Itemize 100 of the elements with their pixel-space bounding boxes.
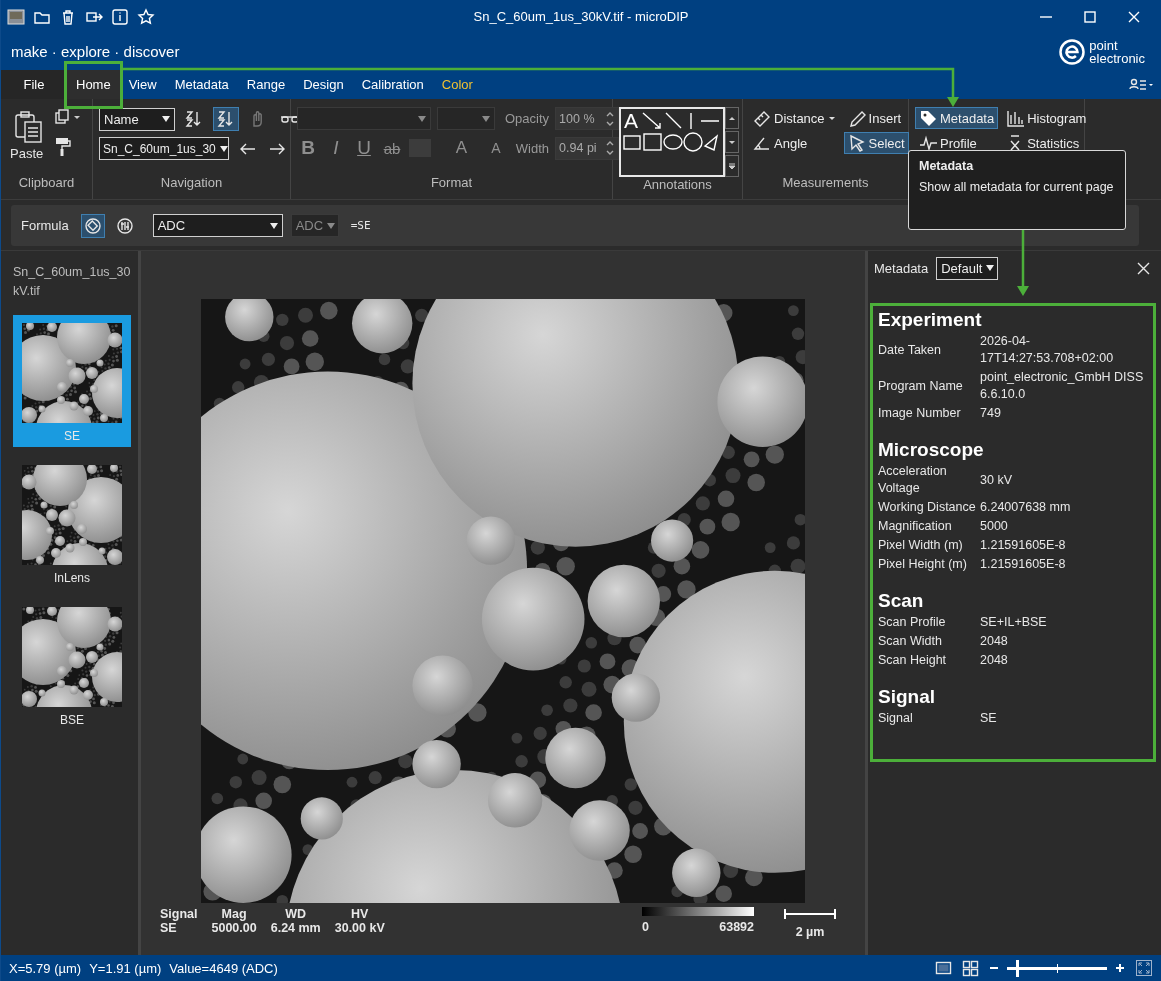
tool-button[interactable]: Metadata (915, 107, 999, 129)
info-label: Mag (221, 907, 247, 921)
metadata-value: 5000 (980, 518, 1009, 535)
grid-view-icon[interactable] (962, 959, 979, 977)
scroll-down-icon[interactable] (725, 131, 739, 153)
italic-button[interactable]: I (325, 136, 347, 160)
tool-button[interactable]: Profile (915, 132, 999, 154)
window-title: Sn_C_60um_1us_30kV.tif - microDIP (472, 9, 690, 24)
bar-chart-icon (1006, 109, 1025, 127)
bold-button[interactable]: B (297, 136, 319, 160)
section-heading: Experiment (878, 309, 983, 331)
cursor-icon (847, 134, 866, 152)
ribbon-tab[interactable]: Design (294, 70, 353, 99)
font-grow-button[interactable]: A (443, 136, 480, 160)
metadata-value: point_electronic_GmbH DISS 6.6.10.0 (980, 369, 1145, 403)
metadata-key: Acceleration Voltage (878, 463, 980, 497)
metadata-key: Magnification (878, 518, 980, 535)
tagline: make · explore · discover (11, 43, 180, 60)
group-label: Measurements (782, 175, 869, 190)
e-circle-logo-icon (1059, 38, 1086, 65)
panel-title: Metadata (874, 260, 929, 276)
status-text: X=5.79 (µm) (9, 960, 82, 976)
info-label: WD (285, 907, 307, 921)
ribbon-tab[interactable]: Metadata (165, 70, 238, 99)
scroll-up-icon[interactable] (725, 107, 739, 129)
plus-icon[interactable] (1115, 963, 1125, 973)
tag-icon (919, 109, 937, 127)
scale-label: 2 µm (795, 925, 825, 939)
caret-icon (827, 115, 836, 121)
tool-button[interactable]: Select (843, 132, 909, 154)
annotation-shapes-drawing[interactable]: A (621, 109, 725, 175)
pencil-icon (847, 109, 866, 127)
paint-roller-icon[interactable] (54, 137, 73, 157)
file-dropdown[interactable]: Sn_C_60um_1us_30 (99, 137, 229, 160)
info-icon[interactable] (111, 7, 129, 26)
layers-circle-icon (83, 216, 102, 235)
profile-line-icon (919, 134, 937, 152)
paste-button[interactable]: Paste (7, 107, 47, 175)
metadata-key: Scan Width (878, 633, 980, 650)
group-label: Clipboard (18, 175, 75, 190)
ribbon-tab[interactable]: Calibration (352, 70, 433, 99)
info-label: Signal (160, 907, 198, 921)
scale-bar-icon (784, 907, 836, 921)
highlight-frame (64, 61, 123, 109)
logo-text: point (1089, 38, 1118, 52)
info-label: HV (351, 907, 369, 921)
font-shrink-button[interactable]: A (485, 136, 506, 160)
picture-icon[interactable] (7, 7, 25, 26)
tooltip-title: Metadata (919, 159, 975, 173)
info-value: 30.00 kV (334, 921, 385, 935)
status-text: Y=1.91 (µm) (89, 960, 162, 976)
formula-expression: =SE (350, 219, 371, 232)
preset-dropdown[interactable]: Default (936, 256, 999, 280)
ribbon-tab[interactable]: Color (432, 70, 482, 99)
metadata-value: 2048 (980, 633, 1009, 650)
info-value: 6.24 mm (270, 921, 321, 935)
metadata-value: SE+IL+BSE (980, 614, 1048, 631)
single-view-icon[interactable] (935, 960, 952, 976)
annotation-arrow (1017, 230, 1029, 296)
info-value: SE (160, 921, 177, 935)
ribbon-tab[interactable]: View (119, 70, 166, 99)
metadata-key: Scan Height (878, 652, 980, 669)
opacity-field[interactable]: 100 % (555, 107, 620, 130)
copy-dropdown-icon[interactable] (54, 109, 83, 125)
sort-ascending-button[interactable] (213, 107, 239, 131)
spin-arrows-icon (605, 110, 616, 127)
tool-button[interactable]: Histogram (1002, 107, 1091, 129)
star-icon[interactable] (137, 7, 155, 26)
fit-screen-icon[interactable] (1135, 959, 1153, 977)
width-field[interactable]: 0.94 pi (555, 136, 620, 160)
ribbon-tab[interactable]: Range (237, 70, 295, 99)
source-dropdown[interactable]: ADC (152, 214, 283, 237)
thumbnail-label: InLens (54, 571, 90, 585)
columns-circle-icon (115, 216, 134, 235)
file-name: Sn_C_60um_1us_30kV.tif (13, 264, 132, 300)
underline-button[interactable]: U (353, 136, 375, 160)
group-label: Navigation (160, 175, 223, 190)
page-thumbnail[interactable]: InLens (13, 457, 131, 589)
group-label: Annotations (643, 177, 712, 192)
ribbon-tab[interactable]: File (1, 70, 67, 99)
strike-button[interactable]: ab (381, 136, 403, 160)
section-heading: Signal (878, 686, 936, 708)
tool-button[interactable]: Distance (749, 107, 840, 129)
metadata-key: Image Number (878, 405, 980, 422)
metadata-value: 749 (980, 405, 1002, 422)
width-label: Width (515, 140, 550, 156)
sort-field-dropdown[interactable]: Name (99, 107, 175, 131)
layers-circle-button[interactable] (80, 213, 105, 238)
user-list-icon[interactable] (1129, 76, 1155, 93)
close-icon[interactable] (1136, 260, 1151, 276)
page-thumbnail[interactable]: BSE (13, 599, 131, 731)
ribbon-tab[interactable]: Home (67, 70, 120, 99)
metadata-key: Scan Profile (878, 614, 980, 631)
colorbar-min: 0 (642, 920, 649, 934)
tool-button[interactable]: Angle (749, 132, 840, 154)
tool-button[interactable]: Statistics (1002, 132, 1091, 154)
tool-button[interactable]: Insert (843, 107, 909, 129)
metadata-key: Pixel Height (m) (878, 556, 980, 573)
tooltip-text: Show all metadata for current page (919, 179, 1115, 196)
expand-gallery-icon[interactable] (725, 155, 739, 177)
